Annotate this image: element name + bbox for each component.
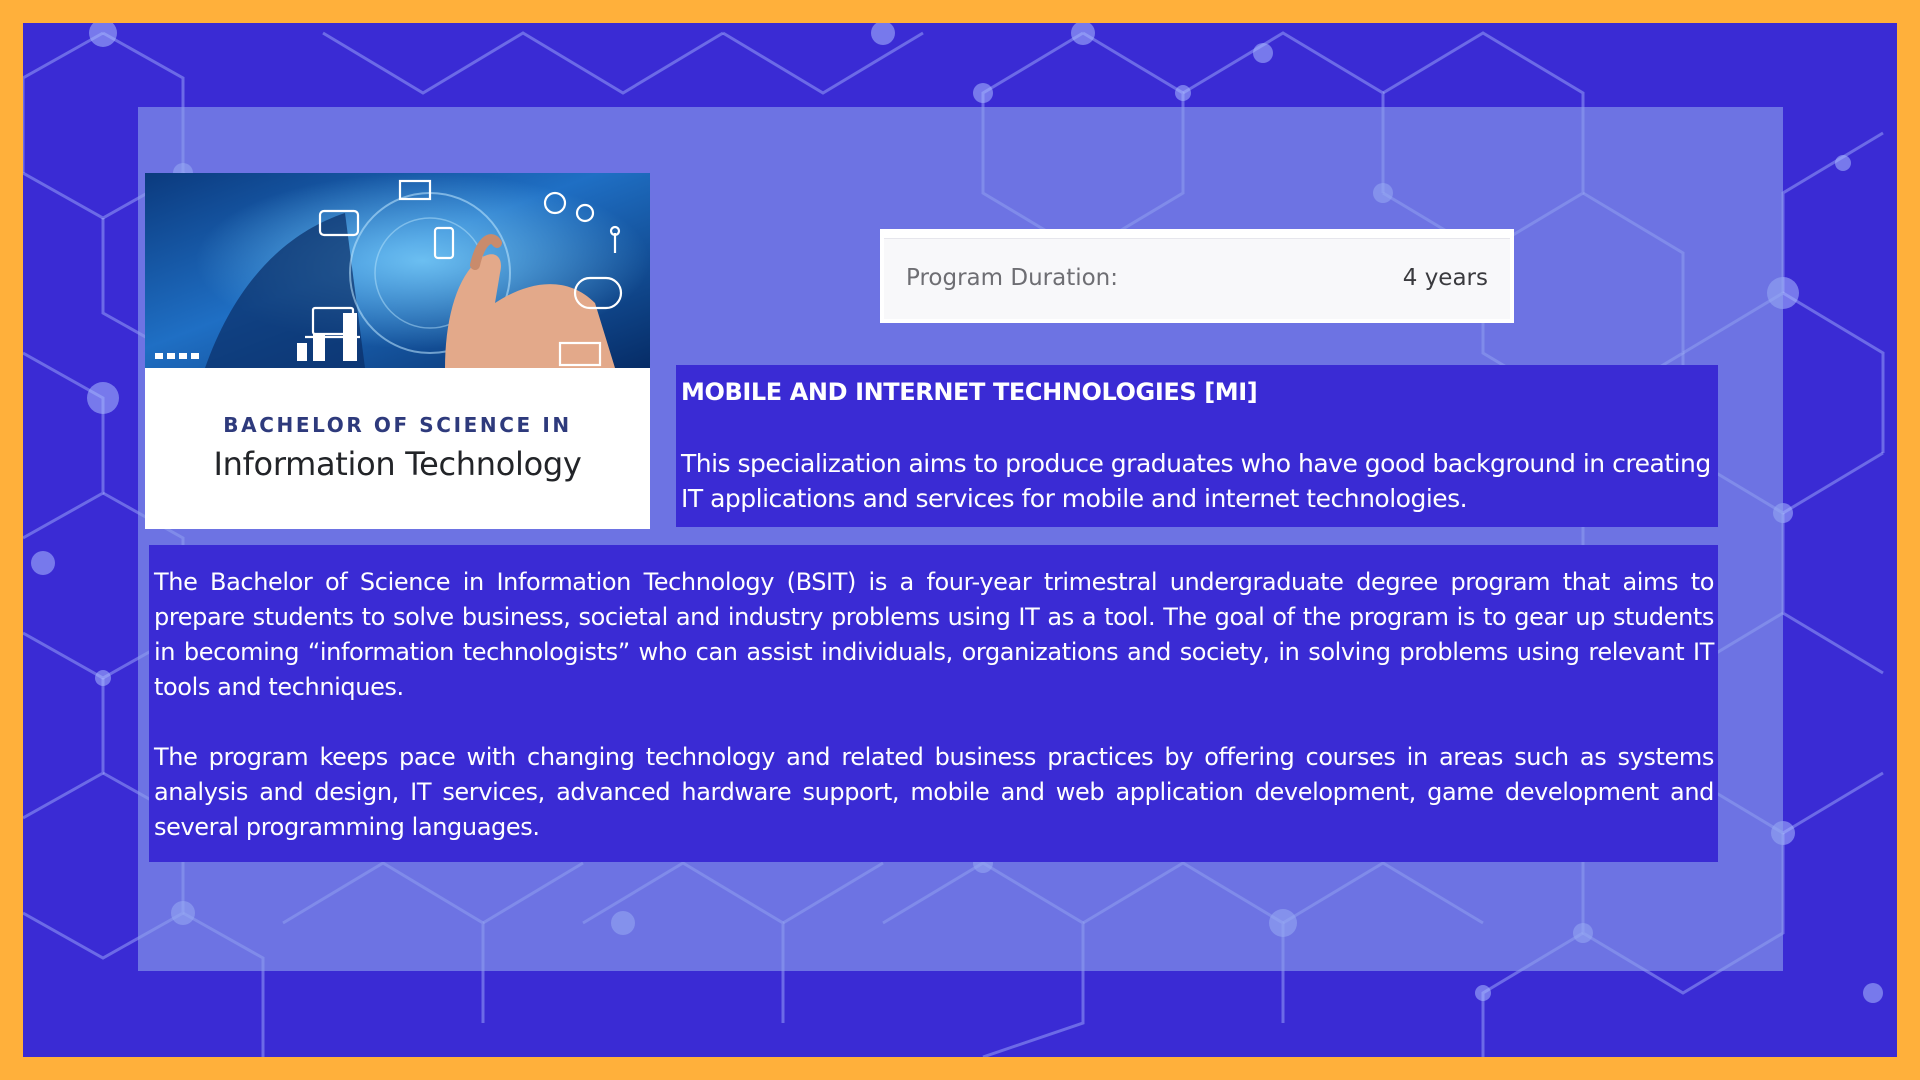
program-duration-row: Program Duration: 4 years xyxy=(884,238,1510,319)
program-duration-card: Program Duration: 4 years xyxy=(880,229,1514,323)
program-description-paragraph-2: The program keeps pace with changing tec… xyxy=(154,743,1714,841)
banner-subtitle: BACHELOR OF SCIENCE IN xyxy=(223,413,572,437)
technology-hand-illustration xyxy=(145,173,650,368)
program-banner: BACHELOR OF SCIENCE IN Information Techn… xyxy=(145,173,650,529)
specialization-title: MOBILE AND INTERNET TECHNOLOGIES [MI] xyxy=(681,378,1258,406)
program-duration-value: 4 years xyxy=(1402,265,1488,291)
specialization-description: This specialization aims to produce grad… xyxy=(681,449,1711,513)
banner-photo xyxy=(145,173,650,368)
program-duration-label: Program Duration: xyxy=(906,265,1118,291)
program-description-paragraph-1: The Bachelor of Science in Information T… xyxy=(154,568,1714,701)
specialization-box: MOBILE AND INTERNET TECHNOLOGIES [MI] Th… xyxy=(676,365,1718,527)
program-description-box: The Bachelor of Science in Information T… xyxy=(149,545,1718,862)
banner-title: Information Technology xyxy=(213,445,582,483)
